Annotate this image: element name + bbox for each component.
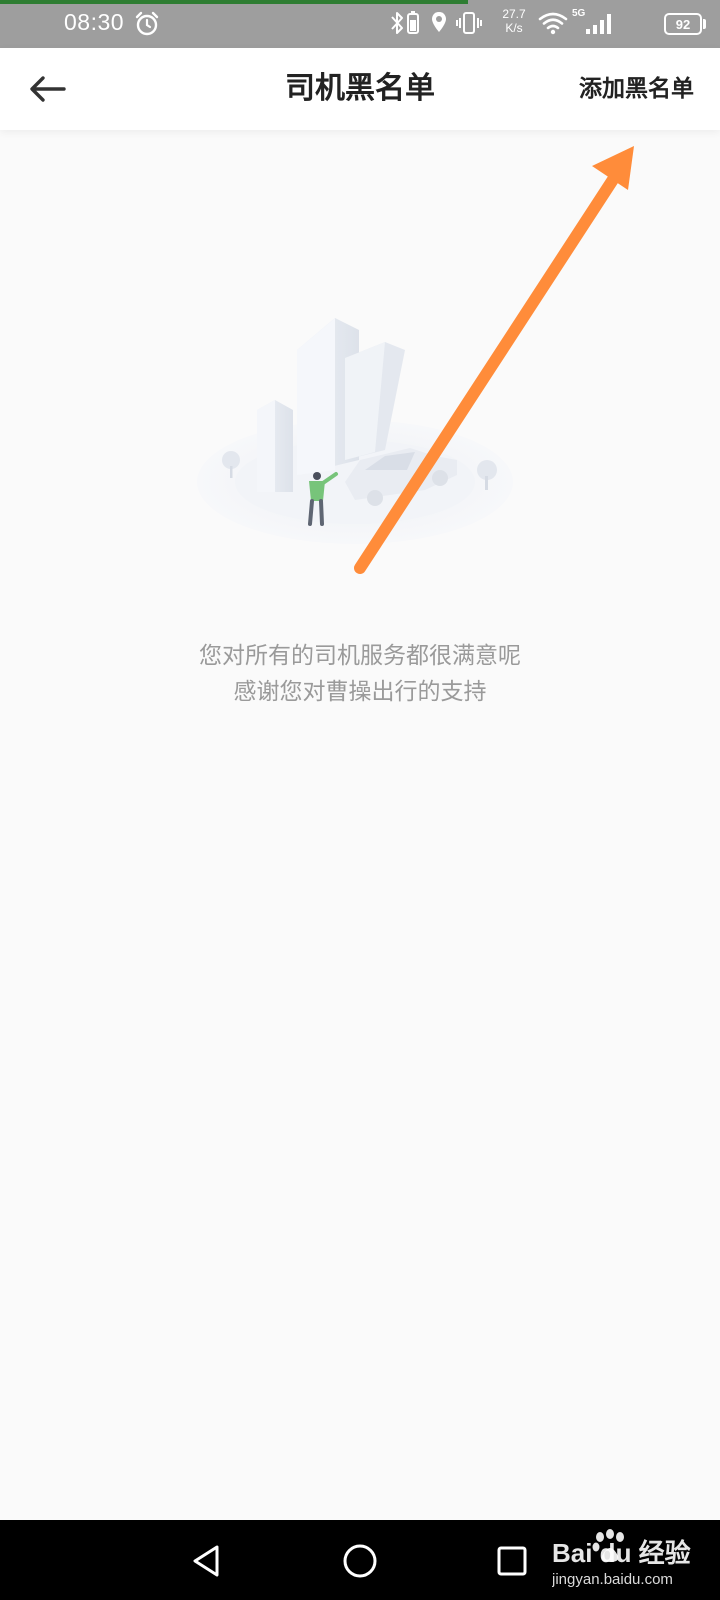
status-icons: 27.7 K/s 5G 92 (390, 0, 720, 48)
network-speed: 27.7 K/s (498, 7, 530, 35)
recents-square-icon (497, 1546, 527, 1576)
empty-state-line2: 感谢您对曹操出行的支持 (233, 679, 487, 705)
battery-level: 92 (675, 16, 691, 32)
battery-icon: 92 (664, 13, 702, 35)
vibrate-icon (456, 12, 482, 34)
nav-recents-button[interactable] (487, 1536, 537, 1586)
add-blacklist-button[interactable]: 添加黑名单 (579, 48, 694, 130)
home-circle-icon (343, 1544, 377, 1578)
status-bar: 08:30 27.7 K/s 5G 92 (0, 0, 720, 48)
empty-state-line1: 您对所有的司机服务都很满意呢 (199, 643, 521, 669)
nav-back-button[interactable] (181, 1536, 231, 1586)
annotation-arrow-head (592, 146, 634, 190)
back-button[interactable] (20, 62, 76, 116)
alarm-icon (135, 11, 159, 36)
app-header: 司机黑名单 添加黑名单 (0, 48, 720, 130)
location-icon (432, 12, 446, 32)
back-triangle-icon (193, 1545, 219, 1577)
arrow-left-icon (30, 76, 66, 102)
battery-saver-icon (407, 11, 419, 34)
network-speed-unit: K/s (505, 21, 523, 35)
baidu-watermark: Bai du 经验 jingyan.baidu.com (552, 1529, 691, 1588)
watermark-url: jingyan.baidu.com (552, 1571, 673, 1588)
city-car-person-illustration (197, 318, 513, 544)
watermark-brand: Bai du 经验 (552, 1538, 691, 1568)
signal-icon (586, 14, 611, 34)
status-time: 08:30 (64, 9, 125, 35)
battery-tip (703, 19, 706, 29)
network-speed-value: 27.7 (502, 7, 526, 21)
bluetooth-icon (391, 12, 403, 34)
wifi-icon (538, 12, 568, 35)
annotation-arrow (354, 146, 634, 574)
nav-home-button[interactable] (335, 1536, 385, 1586)
